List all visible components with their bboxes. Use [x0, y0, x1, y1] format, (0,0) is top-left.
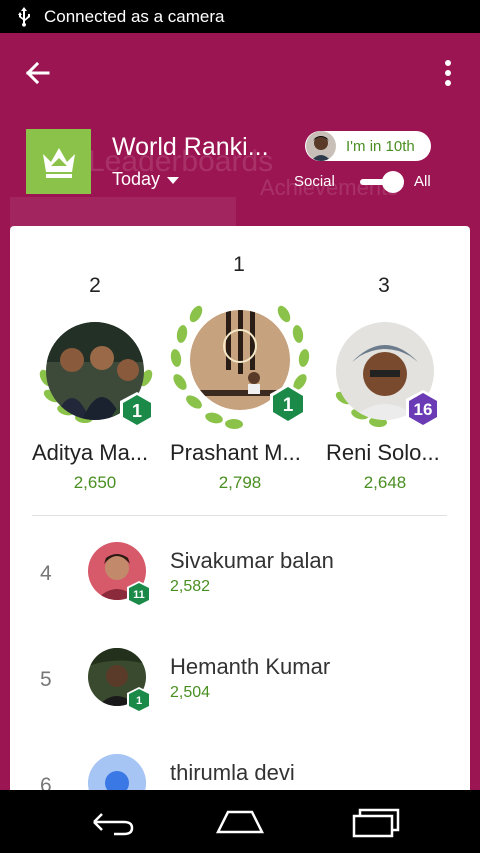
row-rank: 5	[40, 668, 52, 691]
arrow-left-icon[interactable]	[20, 55, 56, 91]
row-score: 2,504	[170, 684, 211, 701]
podium-rank-3: 3	[378, 274, 390, 297]
time-filter-label: Today	[112, 169, 161, 189]
level-badge: 1	[120, 392, 154, 428]
status-bar: Connected as a camera	[0, 0, 480, 33]
toggle-label-all: All	[414, 173, 431, 190]
level-number: 1	[136, 695, 142, 707]
podium-score-1: 2,798	[218, 473, 262, 492]
my-avatar	[306, 131, 336, 161]
list-item[interactable]: 4 11 Sivakumar balan 2,582	[10, 520, 470, 626]
podium-name-1: Prashant M...	[170, 440, 301, 465]
podium-rank-1: 1	[233, 253, 245, 276]
level-badge: 16	[406, 390, 440, 428]
list-item[interactable]: 6 thirumla devi	[10, 732, 470, 796]
level-badge: 11	[127, 581, 151, 607]
level-number: 16	[414, 400, 433, 419]
row-name: Sivakumar balan	[170, 548, 334, 573]
dropdown-arrow-icon	[167, 176, 180, 184]
leaderboard-icon-tile	[26, 129, 91, 194]
podium-name-2: Aditya Ma...	[32, 440, 149, 465]
nav-back-icon[interactable]	[82, 804, 142, 838]
podium-name-3: Reni Solo...	[326, 440, 440, 465]
podium-score-3: 2,648	[363, 473, 407, 492]
level-number: 1	[283, 395, 294, 416]
leaderboard-header: Leaderboards Achievements World Ranki...…	[0, 113, 480, 237]
leaderboard-title: World Ranki...	[112, 133, 269, 161]
my-rank-pill[interactable]: I'm in 10th	[305, 131, 431, 161]
nav-home-icon[interactable]	[210, 804, 270, 838]
podium-score-2: 2,650	[73, 473, 117, 492]
usb-icon	[18, 6, 30, 27]
leaderboard-card: 2 1 3 1 Aditya Ma... 2,650 1 Prashant M.…	[10, 226, 470, 796]
level-number: 1	[132, 401, 142, 421]
more-vert-icon[interactable]	[436, 55, 460, 91]
nav-recents-icon[interactable]	[346, 804, 406, 838]
row-name: thirumla devi	[170, 760, 295, 785]
level-badge: 1	[270, 384, 306, 424]
time-filter-dropdown[interactable]: Today	[112, 169, 180, 190]
row-name: Hemanth Kumar	[170, 654, 331, 679]
toggle-label-social: Social	[294, 173, 335, 190]
my-rank-text: I'm in 10th	[346, 137, 415, 155]
list-item[interactable]: 5 1 Hemanth Kumar 2,504	[10, 626, 470, 732]
level-number: 11	[133, 589, 145, 601]
level-badge: 1	[127, 687, 151, 713]
navigation-bar	[0, 790, 480, 853]
row-score: 2,582	[170, 578, 211, 595]
podium-rank-2: 2	[89, 274, 101, 297]
crown-icon	[42, 147, 75, 178]
row-rank: 4	[40, 562, 52, 585]
status-text: Connected as a camera	[44, 6, 225, 26]
toggle-thumb[interactable]	[382, 171, 404, 193]
divider	[32, 515, 447, 516]
app-bar	[0, 33, 480, 113]
